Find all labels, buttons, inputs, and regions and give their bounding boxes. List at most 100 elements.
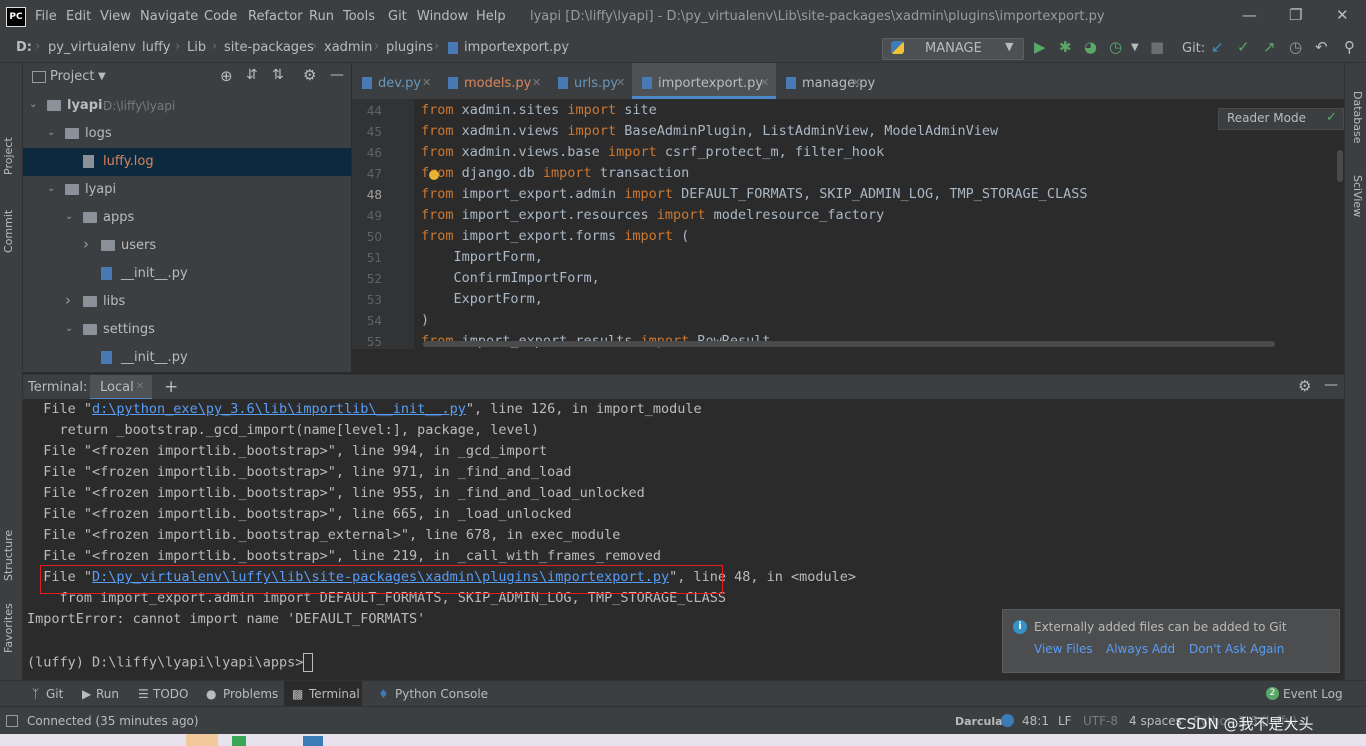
chevron-down-icon[interactable]: ▼ bbox=[1131, 42, 1139, 53]
tool-tab-python-console[interactable]: ♦ Python Console bbox=[372, 681, 488, 707]
close-tab-icon[interactable]: ✕ bbox=[136, 381, 144, 392]
editor-tab[interactable]: importexport.py ✕ bbox=[632, 63, 776, 99]
gear-icon[interactable]: ⚙ bbox=[1298, 377, 1311, 395]
chevron-down-icon[interactable]: ⌄ bbox=[65, 323, 73, 334]
file-link[interactable]: d:\python_exe\py_3.6\lib\importlib\__ini… bbox=[92, 401, 466, 417]
chevron-down-icon[interactable]: ⌄ bbox=[29, 99, 37, 110]
tool-tab-problems[interactable]: ● Problems bbox=[202, 681, 278, 707]
new-terminal-icon[interactable]: + bbox=[164, 377, 178, 397]
caret-position[interactable]: 48:1 bbox=[1022, 714, 1049, 728]
chevron-right-icon[interactable]: › bbox=[65, 291, 71, 309]
tool-tab-sciview[interactable]: SciView bbox=[1351, 175, 1364, 217]
taskbar-item[interactable] bbox=[232, 736, 246, 746]
profile-icon[interactable]: ◷ bbox=[1109, 38, 1122, 56]
menu-refactor[interactable]: Refactor bbox=[248, 9, 303, 24]
always-add-link[interactable]: Always Add bbox=[1106, 642, 1175, 656]
editor-tab[interactable]: urls.py ✕ bbox=[548, 63, 632, 99]
debug-icon[interactable]: ✱ bbox=[1059, 38, 1072, 56]
menu-window[interactable]: Window bbox=[417, 9, 468, 24]
history-icon[interactable]: ◷ bbox=[1289, 38, 1302, 56]
project-panel-title[interactable]: Project bbox=[50, 69, 94, 84]
editor-tab[interactable]: dev.py ✕ bbox=[352, 63, 438, 99]
tool-tab-git[interactable]: ᛉ Git bbox=[24, 681, 72, 707]
tree-item[interactable]: __init__.py bbox=[23, 344, 351, 372]
menu-git[interactable]: Git bbox=[388, 9, 407, 24]
inspection-ok-icon[interactable]: ✓ bbox=[1326, 110, 1337, 125]
menu-help[interactable]: Help bbox=[476, 9, 506, 24]
hide-panel-icon[interactable]: — bbox=[330, 67, 344, 83]
view-files-link[interactable]: View Files bbox=[1034, 642, 1093, 656]
tool-tab-run[interactable]: ▶ Run bbox=[78, 681, 126, 707]
breadcrumb-drive[interactable]: D: bbox=[16, 40, 32, 55]
tree-item[interactable]: ⌄ lyapi D:\liffy\lyapi bbox=[23, 92, 351, 120]
taskbar-item[interactable] bbox=[186, 734, 218, 746]
close-tab-icon[interactable]: ✕ bbox=[760, 76, 769, 89]
terminal-tab-local[interactable]: Local ✕ bbox=[90, 375, 152, 400]
lightbulb-icon[interactable] bbox=[429, 170, 439, 180]
editor-horizontal-scrollbar[interactable] bbox=[423, 341, 1275, 347]
tree-item[interactable]: luffy.log bbox=[23, 148, 351, 176]
menu-code[interactable]: Code bbox=[204, 9, 237, 24]
close-tab-icon[interactable]: ✕ bbox=[422, 76, 431, 89]
git-push-icon[interactable]: ↗ bbox=[1263, 38, 1276, 56]
close-icon[interactable]: ✕ bbox=[1336, 6, 1349, 24]
stop-icon[interactable]: ■ bbox=[1150, 38, 1164, 56]
menu-file[interactable]: File bbox=[35, 9, 57, 24]
tree-item[interactable]: ⌄ settings bbox=[23, 316, 351, 344]
dont-ask-again-link[interactable]: Don't Ask Again bbox=[1189, 642, 1284, 656]
tool-tab-terminal[interactable]: ▩ Terminal bbox=[284, 681, 362, 707]
editor-vertical-scrollbar[interactable] bbox=[1337, 150, 1343, 182]
hide-panel-icon[interactable]: — bbox=[1324, 377, 1338, 393]
tree-item[interactable]: ⌄ lyapi bbox=[23, 176, 351, 204]
chevron-down-icon[interactable]: ⌄ bbox=[65, 211, 73, 222]
editor-tab[interactable]: models.py ✕ bbox=[438, 63, 548, 99]
breadcrumb-item[interactable]: site-packages bbox=[224, 40, 314, 55]
minimize-icon[interactable]: — bbox=[1242, 6, 1257, 24]
menu-edit[interactable]: Edit bbox=[66, 9, 91, 24]
close-tab-icon[interactable]: ✕ bbox=[532, 76, 541, 89]
menu-navigate[interactable]: Navigate bbox=[140, 9, 198, 24]
locate-icon[interactable]: ⊕ bbox=[220, 67, 233, 85]
search-icon[interactable]: ⚲ bbox=[1344, 38, 1355, 56]
breadcrumb-file[interactable]: importexport.py bbox=[464, 40, 569, 55]
close-tab-icon[interactable]: ✕ bbox=[852, 76, 861, 89]
tree-item[interactable]: ⌄ apps bbox=[23, 204, 351, 232]
chevron-down-icon[interactable]: ⌄ bbox=[47, 127, 55, 138]
menu-view[interactable]: View bbox=[100, 9, 131, 24]
gear-icon[interactable]: ⚙ bbox=[303, 66, 316, 84]
indent-setting[interactable]: 4 spaces bbox=[1129, 714, 1182, 728]
theme-indicator[interactable]: Darcula bbox=[955, 715, 1003, 728]
file-encoding[interactable]: UTF-8 bbox=[1083, 714, 1118, 728]
tree-item[interactable]: › users bbox=[23, 232, 351, 260]
tree-item[interactable]: __init__.py bbox=[23, 260, 351, 288]
tool-tab-commit[interactable]: Commit bbox=[2, 210, 15, 253]
chevron-right-icon[interactable]: › bbox=[83, 235, 89, 253]
menu-tools[interactable]: Tools bbox=[343, 9, 375, 24]
event-log-button[interactable]: 2 Event Log bbox=[1262, 681, 1343, 707]
menu-run[interactable]: Run bbox=[309, 9, 334, 24]
tree-item[interactable]: ⌄ logs bbox=[23, 120, 351, 148]
git-update-icon[interactable]: ↙ bbox=[1211, 38, 1224, 56]
editor-tab[interactable]: manage.py ✕ bbox=[776, 63, 875, 99]
coverage-icon[interactable]: ◕ bbox=[1084, 38, 1097, 56]
breadcrumb-item[interactable]: xadmin bbox=[324, 40, 372, 55]
tool-tab-project[interactable]: Project bbox=[2, 137, 15, 175]
chevron-down-icon[interactable]: ▼ bbox=[98, 71, 106, 82]
taskbar-item[interactable] bbox=[303, 736, 323, 746]
rollback-icon[interactable]: ↶ bbox=[1315, 38, 1328, 56]
line-separator[interactable]: LF bbox=[1058, 714, 1072, 728]
close-tab-icon[interactable]: ✕ bbox=[616, 76, 625, 89]
layout-icon[interactable] bbox=[6, 715, 18, 727]
breadcrumb-item[interactable]: py_virtualenv bbox=[48, 40, 136, 55]
run-configuration-select[interactable]: MANAGE ▼ bbox=[882, 38, 1024, 60]
maximize-icon[interactable]: ❐ bbox=[1289, 6, 1302, 24]
breadcrumb-item[interactable]: luffy bbox=[142, 40, 171, 55]
tree-item[interactable]: › libs bbox=[23, 288, 351, 316]
collapse-all-icon[interactable]: ⇅ bbox=[272, 67, 284, 83]
breadcrumb-item[interactable]: Lib bbox=[187, 40, 206, 55]
git-commit-icon[interactable]: ✓ bbox=[1237, 38, 1250, 56]
run-icon[interactable]: ▶ bbox=[1034, 38, 1046, 56]
tool-tab-database[interactable]: Database bbox=[1351, 91, 1364, 144]
tool-tab-structure[interactable]: Structure bbox=[2, 530, 15, 581]
code-editor[interactable]: from xadmin.sites import site from xadmin… bbox=[414, 99, 1344, 349]
